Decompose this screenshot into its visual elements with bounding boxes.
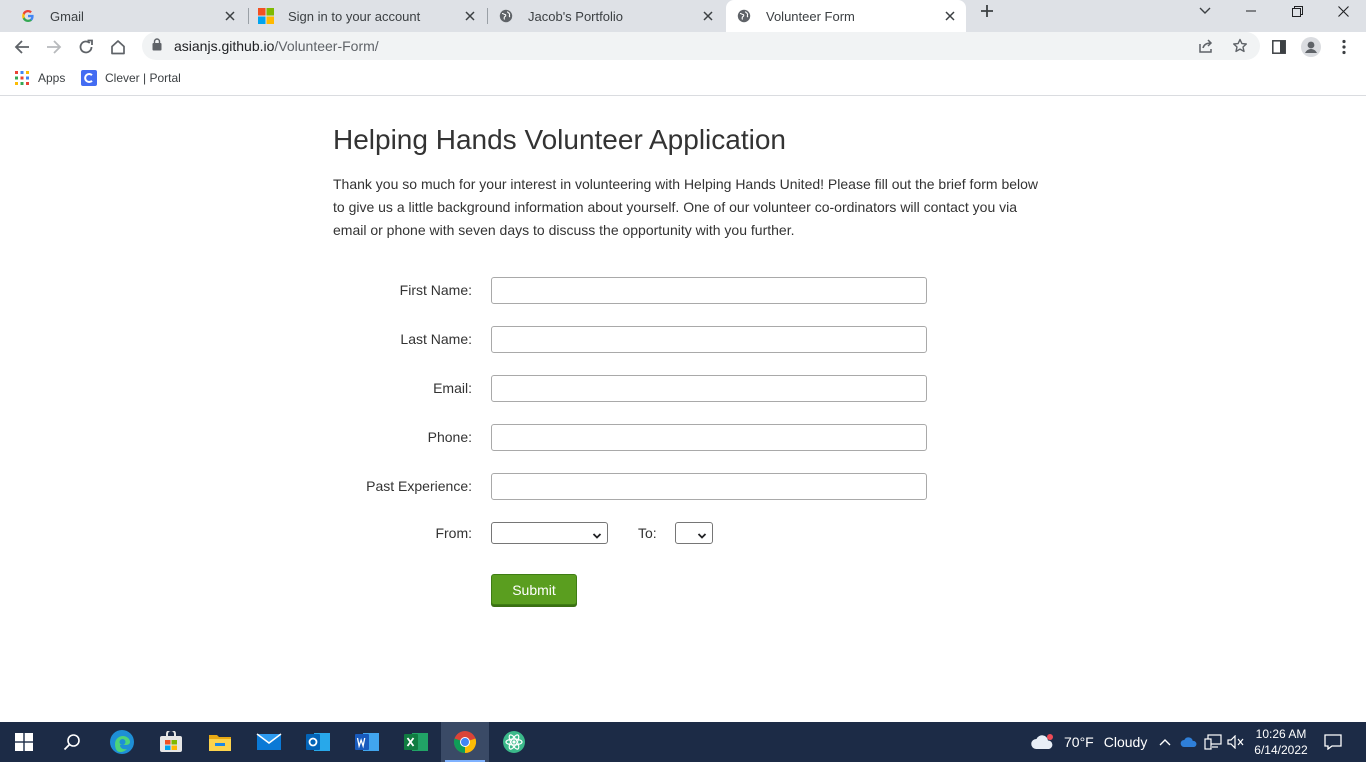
share-icon[interactable] [1196, 36, 1216, 56]
chrome-icon[interactable] [441, 722, 489, 762]
apps-grid-icon [14, 70, 30, 86]
reload-icon[interactable] [73, 34, 99, 60]
bookmark-label: Apps [38, 71, 66, 85]
bookmark-clever-portal[interactable]: Clever | Portal [81, 69, 181, 87]
close-tab-icon[interactable] [942, 8, 958, 24]
from-select[interactable] [491, 522, 608, 544]
store-icon[interactable] [147, 722, 195, 762]
forward-arrow-icon[interactable] [41, 34, 67, 60]
cloudy-weather-icon [1030, 732, 1056, 752]
url-host: asianjs.github.io [174, 38, 275, 54]
google-g-icon [20, 8, 36, 24]
weather-widget[interactable]: 70°F Cloudy [1030, 732, 1147, 752]
past-experience-label: Past Experience: [366, 478, 472, 494]
globe-icon [736, 8, 752, 24]
back-arrow-icon[interactable] [9, 34, 35, 60]
from-label: From: [435, 525, 472, 541]
intro-paragraph: Thank you so much for your interest in v… [333, 176, 1039, 238]
new-tab-button[interactable] [976, 0, 998, 22]
url-text[interactable]: asianjs.github.io/Volunteer-Form/ [174, 38, 379, 54]
clock-date: 6/14/2022 [1254, 743, 1308, 757]
minimize-icon[interactable] [1228, 0, 1274, 22]
tab-jacobs-portfolio[interactable]: Jacob's Portfolio [488, 0, 724, 32]
phone-label: Phone: [427, 429, 472, 445]
page-content: Helping Hands Volunteer Application Than… [0, 97, 1366, 722]
bookmark-apps[interactable]: Apps [14, 69, 65, 87]
chevron-up-icon[interactable] [1155, 732, 1175, 752]
tab-title: Volunteer Form [766, 8, 855, 24]
file-explorer-icon[interactable] [196, 722, 244, 762]
profile-avatar-icon[interactable] [1300, 36, 1322, 58]
globe-icon [498, 8, 514, 24]
tab-gmail[interactable]: Gmail [10, 0, 246, 32]
to-select[interactable] [675, 522, 713, 544]
last-name-label: Last Name: [400, 331, 472, 347]
close-tab-icon[interactable] [700, 8, 716, 24]
close-window-icon[interactable] [1320, 0, 1366, 22]
microsoft-logo-icon [258, 8, 274, 24]
close-tab-icon[interactable] [222, 8, 238, 24]
url-path: /Volunteer-Form/ [274, 38, 379, 54]
tab-title: Sign in to your account [288, 8, 421, 24]
edge-icon[interactable] [98, 722, 146, 762]
tab-title: Jacob's Portfolio [528, 8, 623, 24]
tab-strip: Gmail Sign in to your account Jacob's Po… [0, 0, 1366, 32]
word-icon[interactable] [343, 722, 391, 762]
last-name-input[interactable] [491, 326, 927, 353]
search-icon[interactable] [48, 722, 96, 762]
side-panel-icon[interactable] [1268, 36, 1290, 58]
close-tab-icon[interactable] [462, 8, 478, 24]
tab-search-chevron-icon[interactable] [1182, 0, 1228, 22]
bookmarks-bar: Apps Clever | Portal [0, 62, 1366, 96]
to-label: To: [638, 525, 657, 541]
tab-title: Gmail [50, 8, 84, 24]
volume-muted-icon[interactable] [1226, 732, 1246, 752]
submit-button[interactable]: Submit [491, 574, 577, 605]
chevron-down-icon [697, 528, 707, 539]
email-label: Email: [433, 380, 472, 396]
start-icon[interactable] [0, 722, 48, 762]
bookmark-star-icon[interactable] [1230, 36, 1250, 56]
windows-taskbar: 70°F Cloudy 10:26 AM 6/14/2022 [0, 722, 1366, 762]
mail-icon[interactable] [245, 722, 293, 762]
first-name-label: First Name: [399, 282, 472, 298]
past-experience-input[interactable] [491, 473, 927, 500]
clock-time: 10:26 AM [1255, 727, 1307, 741]
address-bar[interactable]: asianjs.github.io/Volunteer-Form/ [142, 32, 1260, 60]
page-title: Helping Hands Volunteer Application [333, 124, 786, 155]
atom-icon[interactable] [490, 722, 538, 762]
browser-toolbar: asianjs.github.io/Volunteer-Form/ [0, 32, 1366, 62]
phone-input[interactable] [491, 424, 927, 451]
tab-sign-in[interactable]: Sign in to your account [248, 0, 486, 32]
email-input[interactable] [491, 375, 927, 402]
taskbar-clock[interactable]: 10:26 AM 6/14/2022 [1252, 726, 1310, 758]
chevron-down-icon [592, 528, 602, 539]
home-icon[interactable] [105, 34, 131, 60]
onedrive-cloud-icon[interactable] [1179, 732, 1199, 752]
network-icon[interactable] [1203, 732, 1223, 752]
clever-c-icon [81, 70, 97, 86]
notifications-icon[interactable] [1323, 732, 1343, 752]
weather-desc: Cloudy [1103, 734, 1148, 750]
kebab-menu-icon[interactable] [1333, 36, 1355, 58]
outlook-icon[interactable] [294, 722, 342, 762]
first-name-input[interactable] [491, 277, 927, 304]
excel-icon[interactable] [392, 722, 440, 762]
tab-volunteer-form[interactable]: Volunteer Form [726, 0, 966, 32]
weather-temp: 70°F [1064, 734, 1094, 750]
lock-icon[interactable] [152, 38, 166, 54]
restore-icon[interactable] [1274, 0, 1320, 22]
bookmark-label: Clever | Portal [105, 71, 181, 85]
